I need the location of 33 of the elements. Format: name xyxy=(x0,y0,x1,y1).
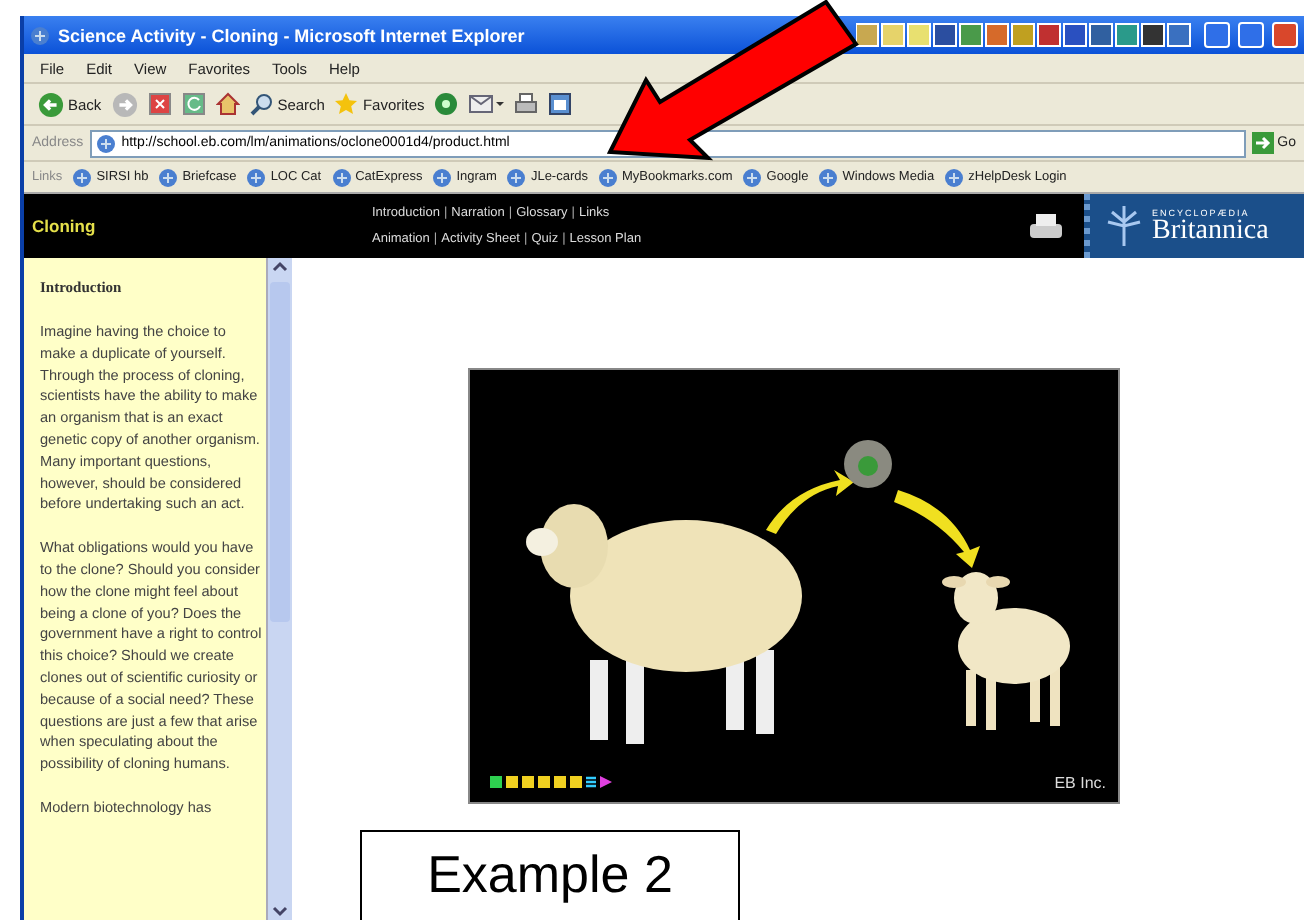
scrollbar[interactable] xyxy=(266,258,292,920)
page-title: Cloning xyxy=(30,216,98,236)
credit-text: EB Inc. xyxy=(1054,774,1106,792)
house-icon xyxy=(215,92,240,116)
go-arrow-icon xyxy=(1251,132,1274,154)
toolbar-button[interactable] xyxy=(466,92,507,116)
printer-icon[interactable] xyxy=(1028,212,1064,240)
annotation-label: Example 2 xyxy=(360,830,740,920)
forward-arrow-icon xyxy=(111,91,138,117)
media-icon xyxy=(434,92,459,116)
curved-arrow-icon xyxy=(766,470,854,534)
window-title: Science Activity - Cloning - Microsoft Internet Explorer xyxy=(58,25,525,45)
thistle-emblem-icon xyxy=(1106,204,1142,248)
back-arrow-icon xyxy=(38,91,64,117)
search-icon xyxy=(249,92,274,116)
printer-icon xyxy=(514,92,539,116)
toolbar-button[interactable] xyxy=(546,92,575,116)
curved-arrow-icon xyxy=(894,490,980,568)
scroll-down-icon[interactable] xyxy=(272,904,288,920)
maximize-button[interactable] xyxy=(1238,22,1264,48)
close-button[interactable] xyxy=(1272,22,1298,48)
envelope-icon xyxy=(468,92,505,116)
logo-name: Britannica xyxy=(1152,217,1269,245)
star-icon xyxy=(334,92,359,116)
minimize-button[interactable] xyxy=(1204,22,1230,48)
toolbar-button[interactable] xyxy=(145,92,174,116)
toolbar-button[interactable] xyxy=(213,92,242,116)
refresh-icon xyxy=(181,92,206,116)
cell-icon xyxy=(844,440,892,488)
scroll-up-icon[interactable] xyxy=(272,258,288,274)
stop-icon xyxy=(147,92,172,116)
edit-page-icon xyxy=(548,92,573,116)
toolbar-button[interactable] xyxy=(512,92,541,116)
